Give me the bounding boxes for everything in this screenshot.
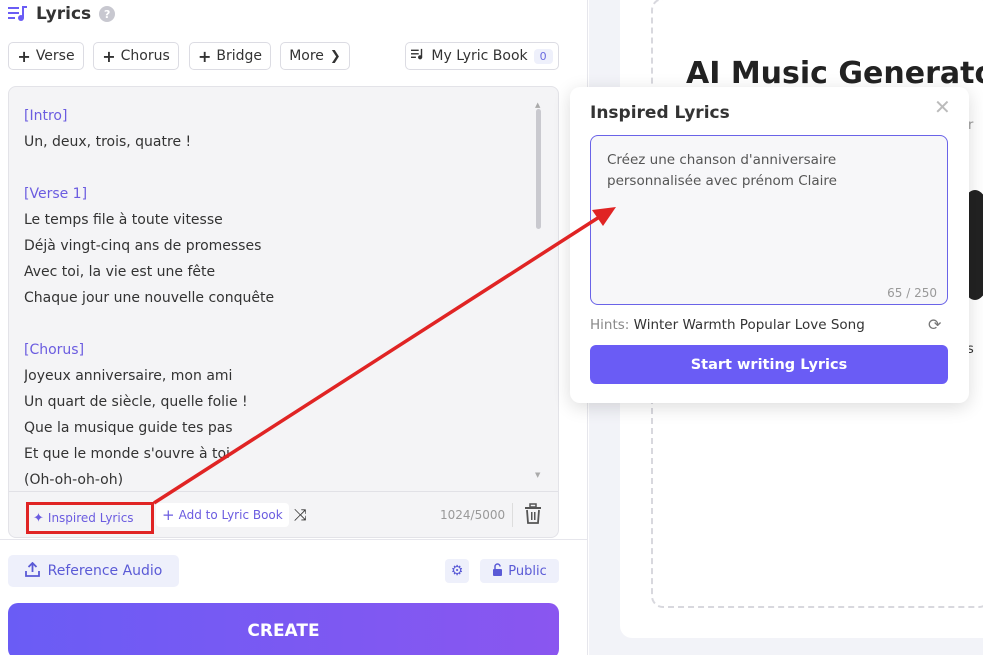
prompt-text[interactable]: Créez une chanson d'anniversaire personn…	[607, 150, 927, 192]
lyric-line: (Oh-oh-oh-oh)	[24, 472, 124, 488]
public-toggle[interactable]: Public	[480, 559, 559, 583]
upload-icon	[24, 561, 40, 581]
toolbar-divider	[512, 503, 513, 527]
shuffle-icon[interactable]: ⤨	[294, 505, 307, 525]
lyrics-panel: Lyrics ? + Verse + Chorus + Bridge More …	[0, 0, 588, 655]
add-bridge-button[interactable]: + Bridge	[189, 42, 271, 70]
reference-audio-label: Reference Audio	[47, 563, 163, 579]
lyric-line: Que la musique guide tes pas	[24, 420, 233, 436]
add-to-lyric-book-label: Add to Lyric Book	[178, 508, 283, 522]
hints-value[interactable]: Winter Warmth Popular Love Song	[634, 317, 865, 333]
lyric-line	[24, 311, 524, 337]
more-button[interactable]: More ❯	[280, 42, 350, 70]
music-list-icon	[411, 48, 425, 65]
add-verse-button[interactable]: + Verse	[8, 42, 84, 70]
my-lyric-book-button[interactable]: My Lyric Book 0	[405, 42, 559, 70]
hints: Hints: Winter Warmth Popular Love Song	[590, 317, 865, 333]
inspired-lyrics-popup: Inspired Lyrics ✕ Créez une chanson d'an…	[570, 87, 969, 403]
character-counter: 1024/5000	[440, 508, 506, 522]
section-divider	[0, 539, 587, 540]
lyric-section-tag: [Chorus]	[24, 342, 85, 358]
lyric-line: Un quart de siècle, quelle folie !	[24, 394, 248, 410]
lyric-line: Joyeux anniversaire, mon ami	[24, 368, 233, 384]
chevron-right-icon: ❯	[329, 48, 341, 64]
settings-button[interactable]: ⚙	[445, 559, 469, 583]
start-writing-button[interactable]: Start writing Lyrics	[590, 345, 948, 384]
lyric-line: Le temps file à toute vitesse	[24, 212, 223, 228]
scroll-up-icon[interactable]: ▲	[535, 101, 540, 109]
lyrics-header: Lyrics ?	[8, 4, 116, 24]
lyric-line: Chaque jour une nouvelle conquête	[24, 290, 275, 306]
plus-icon: +	[17, 46, 31, 66]
create-button[interactable]: CREATE	[8, 603, 559, 655]
scroll-down-icon[interactable]: ▼	[535, 471, 540, 479]
refresh-icon[interactable]: ⟳	[928, 315, 941, 334]
editor-divider	[9, 491, 558, 492]
prompt-counter: 65 / 250	[887, 286, 937, 300]
prompt-textarea[interactable]: Créez une chanson d'anniversaire personn…	[590, 135, 948, 305]
sparkle-icon: ✦	[33, 510, 44, 526]
inspired-lyrics-button[interactable]: ✦ Inspired Lyrics	[26, 502, 154, 534]
lyrics-text[interactable]: [Intro] Un, deux, trois, quatre ! [Verse 1…	[24, 103, 524, 495]
lyric-line: Avec toi, la vie est une fête	[24, 264, 216, 280]
editor-scrollbar[interactable]	[536, 109, 541, 229]
plus-icon: +	[162, 506, 175, 524]
unlock-icon	[492, 562, 503, 580]
plus-icon: +	[197, 46, 212, 66]
lyric-book-count-badge: 0	[533, 48, 553, 64]
lyric-line: Déjà vingt-cinq ans de promesses	[24, 238, 262, 254]
hints-label: Hints:	[590, 317, 630, 333]
public-label: Public	[508, 563, 547, 579]
more-label: More	[289, 48, 324, 64]
reference-audio-button[interactable]: Reference Audio	[8, 555, 179, 587]
trash-icon[interactable]	[523, 503, 545, 527]
gear-icon: ⚙	[450, 563, 464, 579]
lyric-book-label: My Lyric Book	[431, 48, 528, 64]
lyrics-editor[interactable]: [Intro] Un, deux, trois, quatre ! [Verse 1…	[8, 86, 559, 538]
inspired-lyrics-label: Inspired Lyrics	[47, 511, 134, 525]
lyric-section-tag: [Intro]	[24, 108, 68, 124]
close-icon[interactable]: ✕	[934, 95, 951, 119]
popup-title: Inspired Lyrics	[590, 103, 730, 123]
verse-label: Verse	[35, 48, 75, 64]
help-icon[interactable]: ?	[99, 6, 116, 22]
lyrics-title: Lyrics	[36, 4, 92, 24]
music-list-icon	[8, 4, 28, 24]
chorus-label: Chorus	[120, 48, 170, 64]
lyric-line: Et que le monde s'ouvre à toi	[24, 446, 230, 462]
add-to-lyric-book-button[interactable]: + Add to Lyric Book	[156, 503, 289, 527]
page-title: AI Music Generato	[686, 56, 983, 91]
lyric-line: Un, deux, trois, quatre !	[24, 134, 192, 150]
lyric-section-tag: [Verse 1]	[24, 186, 88, 202]
lyric-line	[24, 155, 524, 181]
bridge-label: Bridge	[216, 48, 263, 64]
add-chorus-button[interactable]: + Chorus	[93, 42, 179, 70]
plus-icon: +	[102, 46, 116, 66]
